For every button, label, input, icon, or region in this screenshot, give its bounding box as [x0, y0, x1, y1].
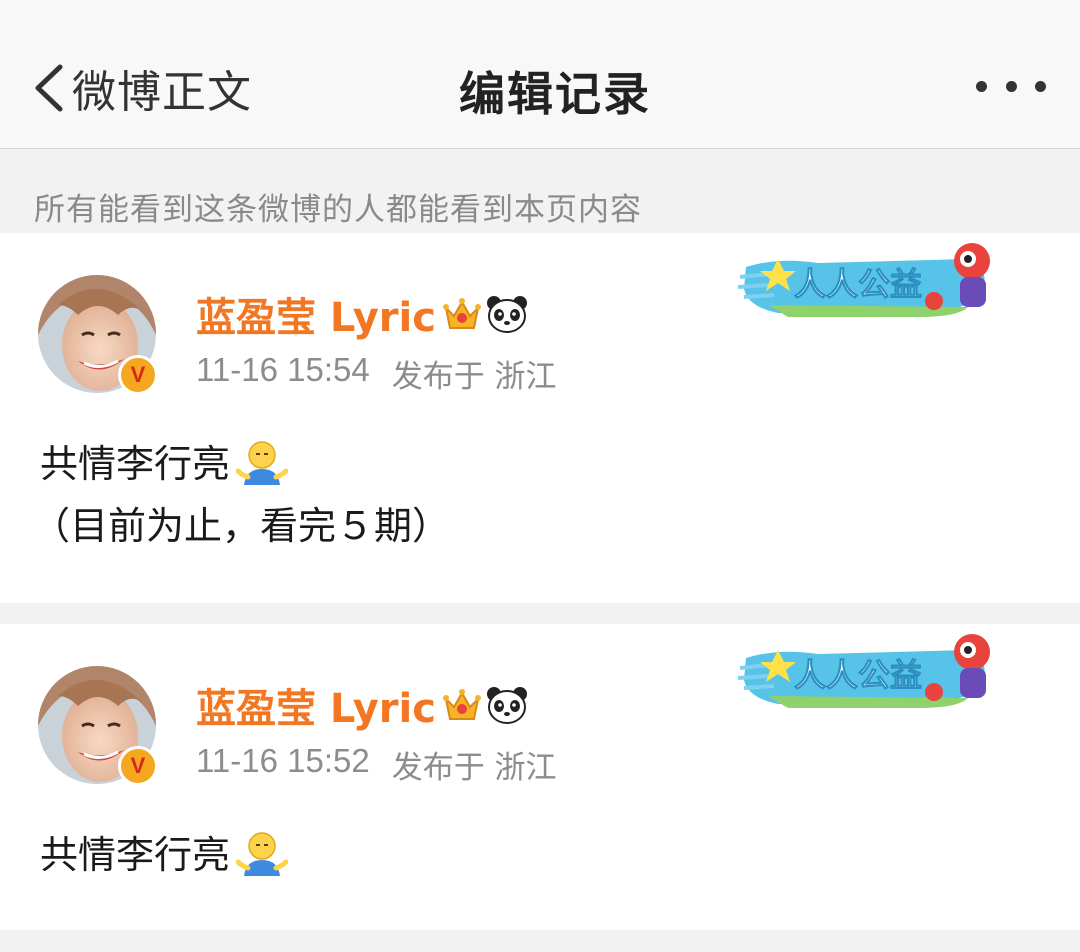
- username[interactable]: 蓝盈莹 Lyric: [196, 676, 436, 734]
- post-line-1: 共情李行亮: [40, 442, 231, 486]
- panda-icon: [486, 687, 527, 724]
- crown-icon: [442, 298, 481, 329]
- verified-v-icon: V: [118, 355, 158, 395]
- username-row: 蓝盈莹 Lyric: [196, 285, 528, 343]
- post-location: 发布于 浙江: [391, 359, 557, 395]
- page-title: 编辑记录: [459, 67, 651, 121]
- shrug-emoji-icon: [236, 441, 289, 485]
- post-line-2: （目前为止，看完５期）: [32, 504, 451, 548]
- post-location: 发布于 浙江: [391, 750, 557, 786]
- username[interactable]: 蓝盈莹 Lyric: [196, 285, 436, 343]
- gongyi-badge-icon[interactable]: 人人公益: [738, 628, 1000, 714]
- more-dots-icon: [976, 80, 987, 92]
- post-meta: 11-16 15:54 发布于 浙江: [196, 351, 557, 396]
- nav-bar: 微博正文 编辑记录: [0, 0, 1080, 149]
- verified-v-icon: V: [118, 746, 158, 786]
- post-card: V 蓝盈莹 Lyric 11-16 15:54 发布于 浙江 人人公益 共情李行…: [0, 233, 1080, 603]
- svg-text:人人公益: 人人公益: [794, 656, 922, 694]
- post-card: V 蓝盈莹 Lyric 11-16 15:52 发布于 浙江 人人公益 共情李行…: [0, 624, 1080, 930]
- post-time: 11-16 15:54: [196, 351, 370, 388]
- more-button[interactable]: [976, 76, 1046, 96]
- post-content: 共情李行亮: [40, 824, 289, 886]
- post-content: 共情李行亮 （目前为止，看完５期）: [32, 433, 450, 557]
- post-meta: 11-16 15:52 发布于 浙江: [196, 742, 557, 787]
- gongyi-badge-icon[interactable]: 人人公益: [738, 237, 1000, 323]
- post-time: 11-16 15:52: [196, 742, 370, 779]
- crown-icon: [442, 689, 481, 720]
- shrug-emoji-icon: [236, 832, 289, 876]
- panda-icon: [486, 296, 527, 333]
- svg-text:人人公益: 人人公益: [794, 265, 922, 303]
- post-line-1: 共情李行亮: [40, 833, 231, 877]
- visibility-notice: 所有能看到这条微博的人都能看到本页内容: [34, 192, 642, 228]
- username-row: 蓝盈莹 Lyric: [196, 676, 528, 734]
